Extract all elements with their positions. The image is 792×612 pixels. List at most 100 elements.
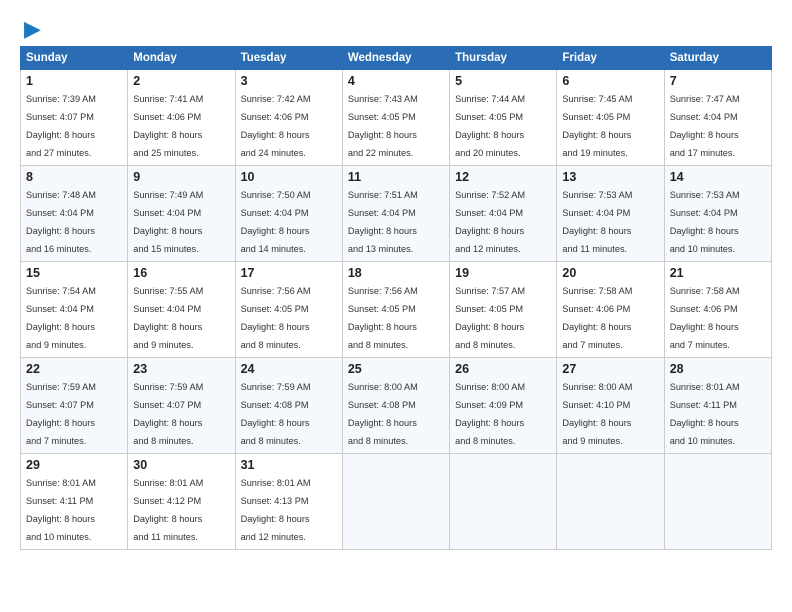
day-detail: Sunrise: 7:55 AM Sunset: 4:04 PM Dayligh… — [133, 286, 203, 350]
day-detail: Sunrise: 7:52 AM Sunset: 4:04 PM Dayligh… — [455, 190, 525, 254]
day-detail: Sunrise: 7:56 AM Sunset: 4:05 PM Dayligh… — [348, 286, 418, 350]
day-number: 29 — [26, 458, 122, 472]
week-row-2: 8 Sunrise: 7:48 AM Sunset: 4:04 PM Daylig… — [21, 166, 772, 262]
col-header-wednesday: Wednesday — [342, 47, 449, 70]
col-header-saturday: Saturday — [664, 47, 771, 70]
day-number: 6 — [562, 74, 658, 88]
day-number: 26 — [455, 362, 551, 376]
calendar-cell — [342, 454, 449, 550]
day-detail: Sunrise: 7:56 AM Sunset: 4:05 PM Dayligh… — [241, 286, 311, 350]
calendar-cell: 17 Sunrise: 7:56 AM Sunset: 4:05 PM Dayli… — [235, 262, 342, 358]
header-row: SundayMondayTuesdayWednesdayThursdayFrid… — [21, 47, 772, 70]
week-row-1: 1 Sunrise: 7:39 AM Sunset: 4:07 PM Daylig… — [21, 70, 772, 166]
day-number: 30 — [133, 458, 229, 472]
day-number: 28 — [670, 362, 766, 376]
day-number: 17 — [241, 266, 337, 280]
day-detail: Sunrise: 7:58 AM Sunset: 4:06 PM Dayligh… — [562, 286, 632, 350]
calendar-cell — [664, 454, 771, 550]
day-detail: Sunrise: 7:47 AM Sunset: 4:04 PM Dayligh… — [670, 94, 740, 158]
day-detail: Sunrise: 8:01 AM Sunset: 4:11 PM Dayligh… — [670, 382, 740, 446]
day-detail: Sunrise: 7:53 AM Sunset: 4:04 PM Dayligh… — [670, 190, 740, 254]
calendar-cell: 13 Sunrise: 7:53 AM Sunset: 4:04 PM Dayli… — [557, 166, 664, 262]
calendar-cell: 31 Sunrise: 8:01 AM Sunset: 4:13 PM Dayli… — [235, 454, 342, 550]
calendar-cell: 30 Sunrise: 8:01 AM Sunset: 4:12 PM Dayli… — [128, 454, 235, 550]
week-row-4: 22 Sunrise: 7:59 AM Sunset: 4:07 PM Dayli… — [21, 358, 772, 454]
calendar-cell: 4 Sunrise: 7:43 AM Sunset: 4:05 PM Daylig… — [342, 70, 449, 166]
col-header-thursday: Thursday — [450, 47, 557, 70]
calendar-cell — [557, 454, 664, 550]
calendar-cell: 2 Sunrise: 7:41 AM Sunset: 4:06 PM Daylig… — [128, 70, 235, 166]
day-detail: Sunrise: 7:58 AM Sunset: 4:06 PM Dayligh… — [670, 286, 740, 350]
day-number: 7 — [670, 74, 766, 88]
calendar-cell: 22 Sunrise: 7:59 AM Sunset: 4:07 PM Dayli… — [21, 358, 128, 454]
week-row-3: 15Sunrise: 7:54 AM Sunset: 4:04 PM Dayli… — [21, 262, 772, 358]
day-number: 31 — [241, 458, 337, 472]
calendar-cell: 14 Sunrise: 7:53 AM Sunset: 4:04 PM Dayli… — [664, 166, 771, 262]
day-number: 3 — [241, 74, 337, 88]
day-detail: Sunrise: 7:50 AM Sunset: 4:04 PM Dayligh… — [241, 190, 311, 254]
day-detail: Sunrise: 8:00 AM Sunset: 4:08 PM Dayligh… — [348, 382, 418, 446]
day-number: 24 — [241, 362, 337, 376]
day-number: 8 — [26, 170, 122, 184]
day-detail: Sunrise: 8:01 AM Sunset: 4:13 PM Dayligh… — [241, 478, 311, 542]
col-header-monday: Monday — [128, 47, 235, 70]
day-number: 9 — [133, 170, 229, 184]
day-number: 15 — [26, 266, 122, 280]
day-detail: Sunrise: 7:48 AM Sunset: 4:04 PM Dayligh… — [26, 190, 96, 254]
day-number: 5 — [455, 74, 551, 88]
calendar-cell: 25Sunrise: 8:00 AM Sunset: 4:08 PM Dayli… — [342, 358, 449, 454]
day-number: 10 — [241, 170, 337, 184]
calendar-cell: 11 Sunrise: 7:51 AM Sunset: 4:04 PM Dayli… — [342, 166, 449, 262]
day-detail: Sunrise: 7:42 AM Sunset: 4:06 PM Dayligh… — [241, 94, 311, 158]
day-number: 12 — [455, 170, 551, 184]
day-number: 16 — [133, 266, 229, 280]
calendar-cell: 1 Sunrise: 7:39 AM Sunset: 4:07 PM Daylig… — [21, 70, 128, 166]
day-number: 4 — [348, 74, 444, 88]
calendar-cell: 9 Sunrise: 7:49 AM Sunset: 4:04 PM Daylig… — [128, 166, 235, 262]
day-number: 22 — [26, 362, 122, 376]
calendar-cell: 8 Sunrise: 7:48 AM Sunset: 4:04 PM Daylig… — [21, 166, 128, 262]
day-detail: Sunrise: 7:59 AM Sunset: 4:07 PM Dayligh… — [26, 382, 96, 446]
calendar-cell: 29 Sunrise: 8:01 AM Sunset: 4:11 PM Dayli… — [21, 454, 128, 550]
day-number: 14 — [670, 170, 766, 184]
col-header-friday: Friday — [557, 47, 664, 70]
week-row-5: 29 Sunrise: 8:01 AM Sunset: 4:11 PM Dayli… — [21, 454, 772, 550]
day-detail: Sunrise: 7:43 AM Sunset: 4:05 PM Dayligh… — [348, 94, 418, 158]
logo-triangle-icon: ▶ — [24, 18, 41, 40]
calendar-cell — [450, 454, 557, 550]
calendar-cell: 10 Sunrise: 7:50 AM Sunset: 4:04 PM Dayli… — [235, 166, 342, 262]
calendar-cell: 27Sunrise: 8:00 AM Sunset: 4:10 PM Dayli… — [557, 358, 664, 454]
day-detail: Sunrise: 8:01 AM Sunset: 4:12 PM Dayligh… — [133, 478, 203, 542]
calendar-cell: 15Sunrise: 7:54 AM Sunset: 4:04 PM Dayli… — [21, 262, 128, 358]
day-number: 21 — [670, 266, 766, 280]
logo: ▶ — [20, 18, 41, 40]
day-number: 1 — [26, 74, 122, 88]
calendar-cell: 19Sunrise: 7:57 AM Sunset: 4:05 PM Dayli… — [450, 262, 557, 358]
col-header-tuesday: Tuesday — [235, 47, 342, 70]
day-detail: Sunrise: 8:01 AM Sunset: 4:11 PM Dayligh… — [26, 478, 96, 542]
day-detail: Sunrise: 7:59 AM Sunset: 4:08 PM Dayligh… — [241, 382, 311, 446]
calendar-cell: 18Sunrise: 7:56 AM Sunset: 4:05 PM Dayli… — [342, 262, 449, 358]
day-detail: Sunrise: 7:41 AM Sunset: 4:06 PM Dayligh… — [133, 94, 203, 158]
day-detail: Sunrise: 8:00 AM Sunset: 4:09 PM Dayligh… — [455, 382, 525, 446]
day-number: 11 — [348, 170, 444, 184]
calendar-cell: 20 Sunrise: 7:58 AM Sunset: 4:06 PM Dayli… — [557, 262, 664, 358]
day-number: 13 — [562, 170, 658, 184]
day-detail: Sunrise: 7:45 AM Sunset: 4:05 PM Dayligh… — [562, 94, 632, 158]
day-detail: Sunrise: 7:39 AM Sunset: 4:07 PM Dayligh… — [26, 94, 96, 158]
day-number: 27 — [562, 362, 658, 376]
day-detail: Sunrise: 7:59 AM Sunset: 4:07 PM Dayligh… — [133, 382, 203, 446]
calendar-cell: 5 Sunrise: 7:44 AM Sunset: 4:05 PM Daylig… — [450, 70, 557, 166]
calendar-cell: 16 Sunrise: 7:55 AM Sunset: 4:04 PM Dayli… — [128, 262, 235, 358]
day-detail: Sunrise: 7:53 AM Sunset: 4:04 PM Dayligh… — [562, 190, 632, 254]
calendar-cell: 12 Sunrise: 7:52 AM Sunset: 4:04 PM Dayli… — [450, 166, 557, 262]
day-detail: Sunrise: 7:49 AM Sunset: 4:04 PM Dayligh… — [133, 190, 203, 254]
day-number: 19 — [455, 266, 551, 280]
calendar-cell: 28 Sunrise: 8:01 AM Sunset: 4:11 PM Dayli… — [664, 358, 771, 454]
calendar-cell: 7 Sunrise: 7:47 AM Sunset: 4:04 PM Daylig… — [664, 70, 771, 166]
day-detail: Sunrise: 7:51 AM Sunset: 4:04 PM Dayligh… — [348, 190, 418, 254]
day-detail: Sunrise: 7:44 AM Sunset: 4:05 PM Dayligh… — [455, 94, 525, 158]
page-header: ▶ — [20, 18, 772, 40]
day-number: 20 — [562, 266, 658, 280]
day-number: 2 — [133, 74, 229, 88]
